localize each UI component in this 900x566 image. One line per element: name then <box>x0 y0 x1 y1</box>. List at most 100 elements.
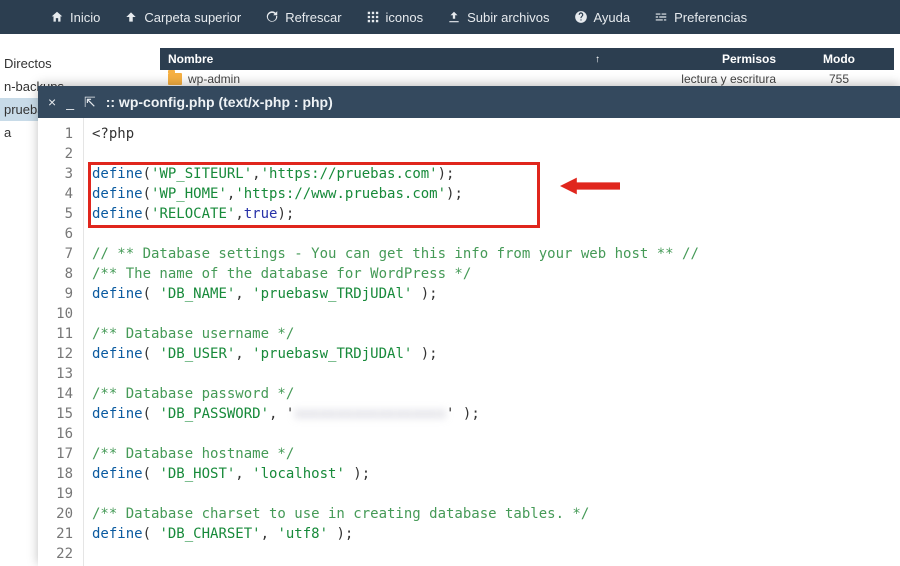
code-token: ( <box>143 466 160 482</box>
code-token: define <box>92 286 143 302</box>
folder-icon <box>168 73 182 85</box>
help-icon <box>574 10 588 24</box>
line-number: 19 <box>42 484 73 504</box>
code-token: 'DB_USER' <box>159 346 235 362</box>
code-token: true <box>244 206 278 222</box>
tree-item[interactable]: Directos <box>0 52 88 75</box>
expand-button[interactable]: ⇱ <box>84 94 96 111</box>
code-line[interactable] <box>92 484 892 504</box>
upload-icon <box>447 10 461 24</box>
code-line[interactable]: define( 'DB_NAME', 'pruebasw_TRDjUDAl' )… <box>92 284 892 304</box>
col-perm[interactable]: Permisos <box>614 52 784 66</box>
code-line[interactable]: /** Database charset to use in creating … <box>92 504 892 524</box>
code-token: xxxxxxxxxxxxxxxxxx <box>294 406 446 422</box>
code-token: 'WP_SITEURL' <box>151 166 252 182</box>
code-token: define <box>92 166 143 182</box>
code-token: ); <box>446 186 463 202</box>
col-name-label: Nombre <box>168 52 213 66</box>
file-row-perm: lectura y escritura <box>614 72 784 86</box>
code-line[interactable] <box>92 364 892 384</box>
code-token: /** The name of the database for WordPre… <box>92 266 471 282</box>
up-folder-label: Carpeta superior <box>144 10 241 25</box>
code-token: ( <box>143 186 151 202</box>
code-token: /** Database username */ <box>92 326 294 342</box>
code-line[interactable]: // ** Database settings - You can get th… <box>92 244 892 264</box>
code-token: , <box>235 466 252 482</box>
line-number: 12 <box>42 344 73 364</box>
code-line[interactable]: /** Database password */ <box>92 384 892 404</box>
code-token: define <box>92 466 143 482</box>
prefs-label: Preferencias <box>674 10 747 25</box>
help-button[interactable]: Ayuda <box>562 4 643 31</box>
line-number: 21 <box>42 524 73 544</box>
code-token: 'utf8' <box>277 526 328 542</box>
col-name[interactable]: Nombre ↑ <box>160 52 614 66</box>
minimize-button[interactable]: _ <box>66 94 74 110</box>
code-token: 'DB_NAME' <box>159 286 235 302</box>
toolbar: Inicio Carpeta superior Refrescar iconos… <box>0 0 900 34</box>
up-folder-button[interactable]: Carpeta superior <box>112 4 253 31</box>
code-token: define <box>92 346 143 362</box>
code-line[interactable] <box>92 144 892 164</box>
home-button[interactable]: Inicio <box>38 4 112 31</box>
close-button[interactable]: × <box>48 94 56 110</box>
code-line[interactable] <box>92 224 892 244</box>
code-line[interactable]: define( 'DB_USER', 'pruebasw_TRDjUDAl' )… <box>92 344 892 364</box>
line-gutter: 123456789101112131415161718192021222324 <box>38 118 84 566</box>
editor-titlebar: × _ ⇱ :: wp-config.php (text/x-php : php… <box>38 86 900 118</box>
code-token: 'DB_PASSWORD' <box>159 406 269 422</box>
code-line[interactable] <box>92 544 892 564</box>
code-lines[interactable]: <?php define('WP_SITEURL','https://prueba… <box>84 118 900 566</box>
line-number: 18 <box>42 464 73 484</box>
col-mode[interactable]: Modo <box>784 52 894 66</box>
code-line[interactable]: define( 'DB_CHARSET', 'utf8' ); <box>92 524 892 544</box>
line-number: 4 <box>42 184 73 204</box>
code-token: ); <box>412 286 437 302</box>
code-token: <?php <box>92 126 134 142</box>
code-token: ); <box>412 346 437 362</box>
code-line[interactable] <box>92 424 892 444</box>
sort-indicator: ↑ <box>595 54 606 65</box>
icons-button[interactable]: iconos <box>354 4 436 31</box>
code-line[interactable]: define( 'DB_HOST', 'localhost' ); <box>92 464 892 484</box>
code-token: ( <box>143 406 160 422</box>
code-line[interactable]: /** Database username */ <box>92 324 892 344</box>
code-token: 'pruebasw_TRDjUDAl' <box>252 346 412 362</box>
upload-label: Subir archivos <box>467 10 549 25</box>
home-icon <box>50 10 64 24</box>
code-token: define <box>92 186 143 202</box>
line-number: 6 <box>42 224 73 244</box>
line-number: 13 <box>42 364 73 384</box>
line-number: 15 <box>42 404 73 424</box>
code-line[interactable]: /** The name of the database for WordPre… <box>92 264 892 284</box>
upload-button[interactable]: Subir archivos <box>435 4 561 31</box>
code-line[interactable]: <?php <box>92 124 892 144</box>
code-token: ); <box>438 166 455 182</box>
code-token: , <box>235 206 243 222</box>
prefs-button[interactable]: Preferencias <box>642 4 759 31</box>
line-number: 14 <box>42 384 73 404</box>
code-line[interactable] <box>92 304 892 324</box>
refresh-button[interactable]: Refrescar <box>253 4 353 31</box>
code-token: /** Database charset to use in creating … <box>92 506 589 522</box>
code-line[interactable]: define('RELOCATE',true); <box>92 204 892 224</box>
code-line[interactable]: define('WP_HOME','https://www.pruebas.co… <box>92 184 892 204</box>
home-label: Inicio <box>70 10 100 25</box>
code-line[interactable]: /** Database hostname */ <box>92 444 892 464</box>
file-row-name: wp-admin <box>160 72 614 86</box>
code-token: , <box>261 526 278 542</box>
code-token: 'DB_HOST' <box>159 466 235 482</box>
editor-title: :: wp-config.php (text/x-php : php) <box>106 94 333 110</box>
file-list-header: Nombre ↑ Permisos Modo <box>160 48 894 70</box>
code-area[interactable]: 123456789101112131415161718192021222324 … <box>38 118 900 566</box>
code-line[interactable]: define('WP_SITEURL','https://pruebas.com… <box>92 164 892 184</box>
code-token: ); <box>328 526 353 542</box>
sliders-icon <box>654 10 668 24</box>
line-number: 22 <box>42 544 73 564</box>
code-line[interactable]: define( 'DB_PASSWORD', 'xxxxxxxxxxxxxxxx… <box>92 404 892 424</box>
file-row-name-text: wp-admin <box>188 72 240 86</box>
code-token: 'pruebasw_TRDjUDAl' <box>252 286 412 302</box>
line-number: 10 <box>42 304 73 324</box>
code-token: , <box>252 166 260 182</box>
code-token: 'WP_HOME' <box>151 186 227 202</box>
